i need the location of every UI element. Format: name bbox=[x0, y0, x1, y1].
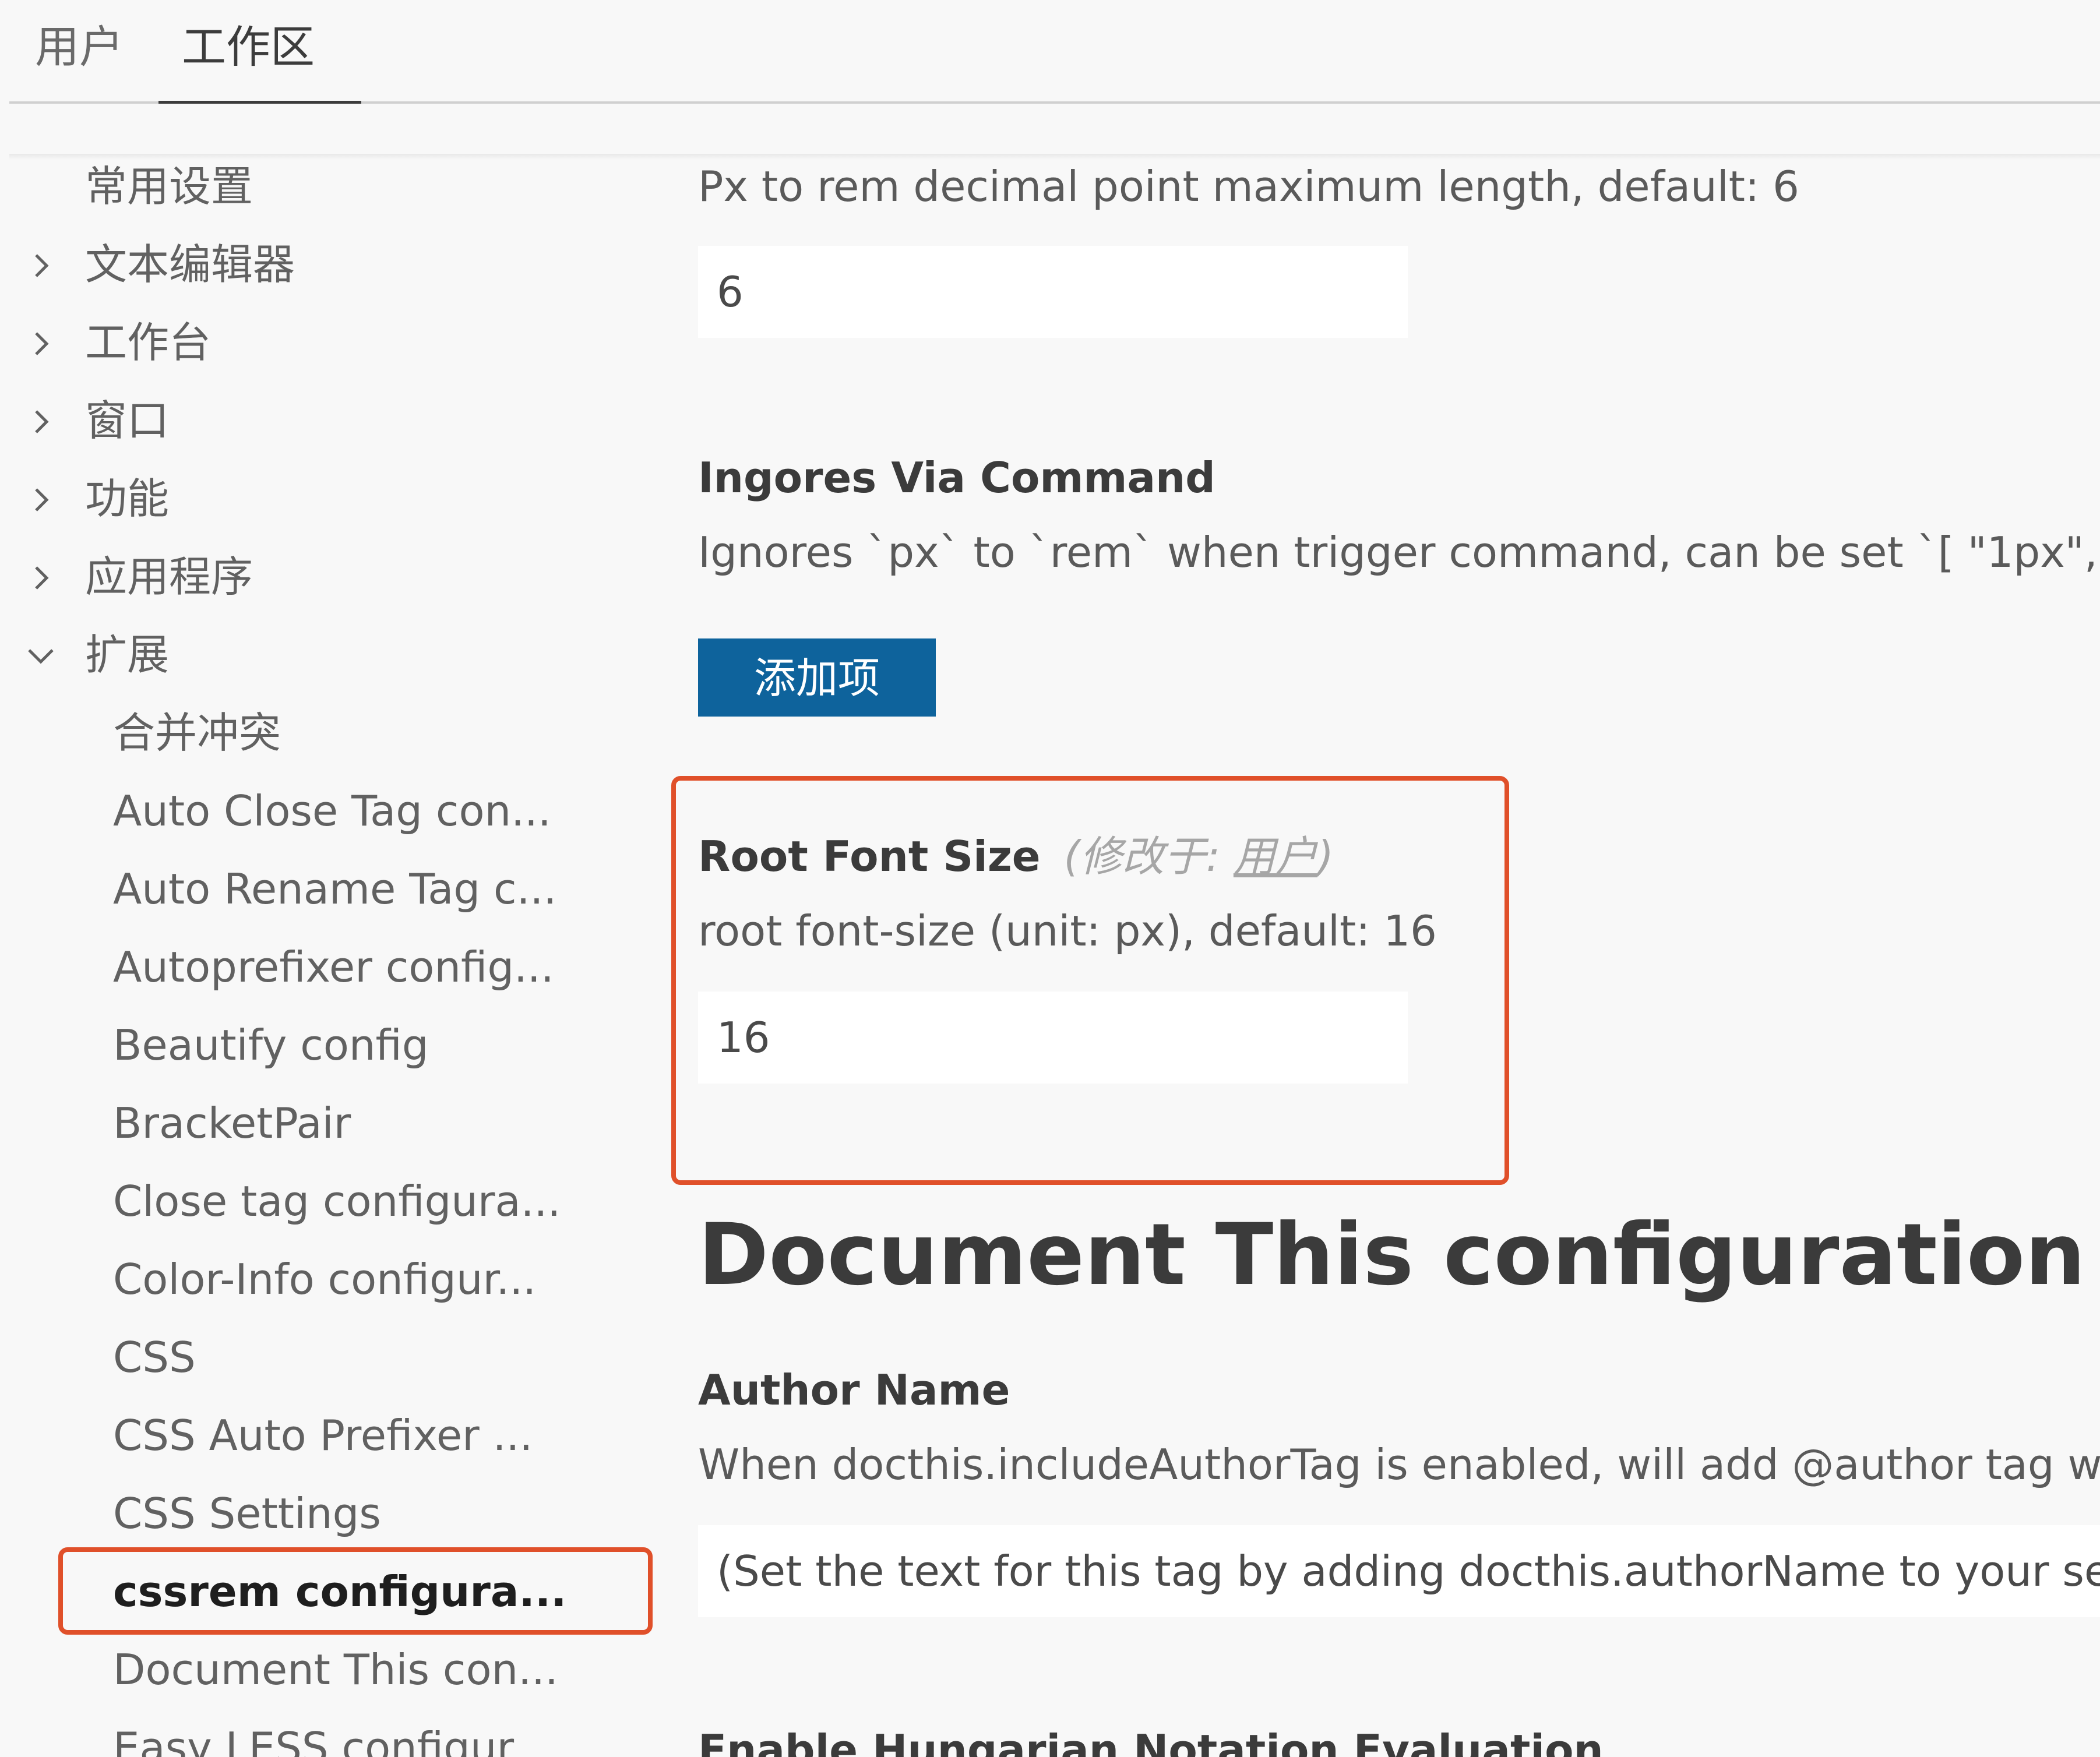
toc-item-label: Document This con... bbox=[113, 1645, 558, 1694]
ingores-title: Ingores Via Command bbox=[698, 453, 1215, 502]
chevron-right-icon bbox=[35, 410, 49, 433]
toc-ext-easy-less[interactable]: Easy LESS configur... bbox=[0, 1719, 670, 1757]
chevron-down-icon bbox=[28, 649, 54, 664]
fixed-digits-description: Px to rem decimal point maximum length, … bbox=[698, 162, 1799, 211]
modified-scope-link[interactable]: 用户 bbox=[1234, 832, 1317, 881]
tab-user[interactable]: 用户 bbox=[35, 21, 124, 73]
toc-item-label: CSS Settings bbox=[113, 1489, 381, 1538]
toc-item-label: 合并冲突 bbox=[113, 708, 281, 757]
toc-item-label: BracketPair bbox=[113, 1099, 351, 1148]
toc-item-label: Color-Info configur... bbox=[113, 1255, 537, 1304]
toc-item-text-editor[interactable]: 文本编辑器 bbox=[0, 235, 670, 294]
toc-item-label: 窗口 bbox=[85, 396, 170, 445]
author-name-title: Author Name bbox=[698, 1366, 1010, 1414]
modified-prefix: (修改于: bbox=[1063, 832, 1234, 881]
toc-item-label: Easy LESS configur... bbox=[113, 1723, 551, 1757]
ingores-description: Ignores `px` to `rem` when trigger comma… bbox=[698, 528, 2100, 577]
settings-toc: 常用设置 文本编辑器 工作台 窗口 功能 应用程序 扩展 合并冲突 Auto C… bbox=[0, 157, 670, 1757]
toc-item-label: Close tag configura... bbox=[113, 1177, 561, 1226]
hungarian-notation-title: Enable Hungarian Notation Evaluation bbox=[698, 1726, 1604, 1757]
section-heading: Document This configuration bbox=[698, 1205, 2086, 1304]
root-font-size-input[interactable] bbox=[698, 992, 1408, 1084]
toc-item-label: Auto Rename Tag c... bbox=[113, 865, 557, 913]
toc-ext-auto-rename-tag[interactable]: Auto Rename Tag c... bbox=[0, 860, 670, 918]
chevron-right-icon bbox=[35, 566, 49, 590]
chevron-right-icon bbox=[35, 254, 49, 277]
toc-item-label: CSS bbox=[113, 1333, 196, 1382]
toc-ext-cssrem[interactable]: cssrem configura... bbox=[0, 1562, 670, 1621]
setting-title-text: Root Font Size bbox=[698, 832, 1041, 881]
toc-ext-document-this[interactable]: Document This con... bbox=[0, 1640, 670, 1699]
toc-item-label: Auto Close Tag con... bbox=[113, 786, 551, 835]
toc-item-label: cssrem configura... bbox=[113, 1567, 567, 1616]
modified-suffix: ) bbox=[1317, 832, 1334, 881]
toc-item-window[interactable]: 窗口 bbox=[0, 391, 670, 450]
toc-item-extensions[interactable]: 扩展 bbox=[0, 626, 670, 684]
toc-ext-css-settings[interactable]: CSS Settings bbox=[0, 1484, 670, 1543]
toc-ext-auto-close-tag[interactable]: Auto Close Tag con... bbox=[0, 782, 670, 840]
toc-ext-css[interactable]: CSS bbox=[0, 1328, 670, 1386]
toc-ext-close-tag[interactable]: Close tag configura... bbox=[0, 1172, 670, 1230]
toc-item-label: 扩展 bbox=[85, 630, 170, 679]
toc-item-workbench[interactable]: 工作台 bbox=[0, 313, 670, 372]
chevron-right-icon bbox=[35, 332, 49, 355]
toc-item-label: CSS Auto Prefixer ... bbox=[113, 1411, 533, 1460]
toc-item-label: 常用设置 bbox=[85, 162, 253, 211]
toc-ext-css-auto-prefixer[interactable]: CSS Auto Prefixer ... bbox=[0, 1406, 670, 1465]
settings-scope-tabs: 用户 工作区 bbox=[9, 0, 2100, 104]
chevron-right-icon bbox=[35, 488, 49, 511]
add-item-button[interactable]: 添加项 bbox=[698, 638, 936, 717]
fixed-digits-input[interactable] bbox=[698, 246, 1408, 338]
toc-item-label: 应用程序 bbox=[85, 552, 253, 601]
toc-item-label: 工作台 bbox=[85, 318, 212, 367]
toc-item-application[interactable]: 应用程序 bbox=[0, 548, 670, 606]
toc-ext-autoprefixer[interactable]: Autoprefixer config... bbox=[0, 938, 670, 996]
toc-ext-color-info[interactable]: Color-Info configur... bbox=[0, 1250, 670, 1308]
toc-ext-merge-conflict[interactable]: 合并冲突 bbox=[0, 704, 670, 762]
author-name-description: When docthis.includeAuthorTag is enabled… bbox=[698, 1440, 2100, 1489]
toc-item-features[interactable]: 功能 bbox=[0, 470, 670, 528]
root-font-size-title: Root Font Size (修改于: 用户) bbox=[698, 827, 1334, 885]
root-font-size-description: root font-size (unit: px), default: 16 bbox=[698, 906, 1437, 955]
author-name-input[interactable] bbox=[698, 1525, 2100, 1617]
toc-item-label: 功能 bbox=[85, 474, 170, 523]
toc-item-label: Autoprefixer config... bbox=[113, 943, 554, 992]
toc-item-label: 文本编辑器 bbox=[85, 240, 295, 289]
settings-editor: Px to rem decimal point maximum length, … bbox=[670, 157, 2100, 1757]
active-tab-indicator bbox=[158, 101, 361, 104]
toc-item-label: Beautify config bbox=[113, 1021, 429, 1070]
tab-workspace[interactable]: 工作区 bbox=[182, 21, 315, 73]
modified-indicator: (修改于: 用户) bbox=[1064, 832, 1334, 881]
toc-ext-bracketpair[interactable]: BracketPair bbox=[0, 1094, 670, 1152]
toc-item-common[interactable]: 常用设置 bbox=[0, 157, 670, 216]
toc-ext-beautify[interactable]: Beautify config bbox=[0, 1016, 670, 1074]
